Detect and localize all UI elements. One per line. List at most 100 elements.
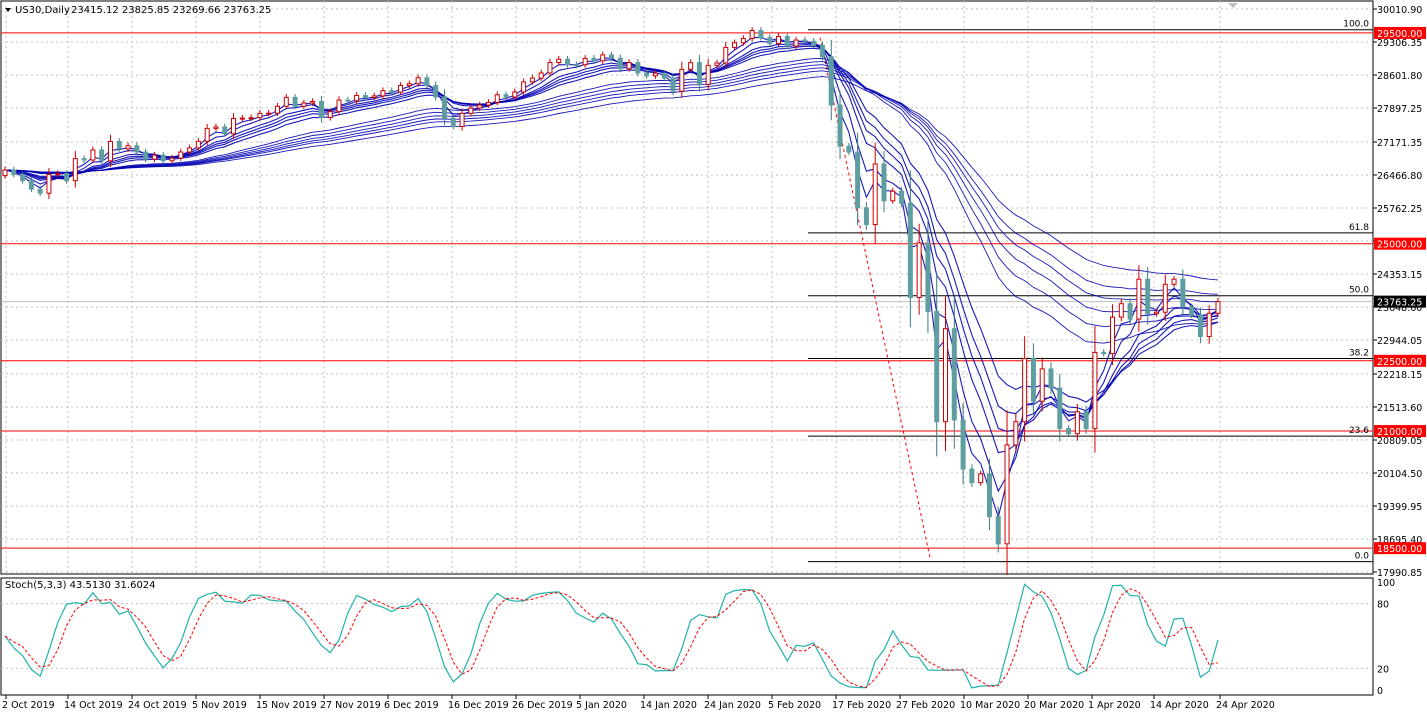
date-tick-label: 24 Jan 2020 xyxy=(704,700,761,711)
stoch-tick-label: 80 xyxy=(1377,600,1389,611)
candle-body xyxy=(538,72,544,79)
candle-body xyxy=(1013,421,1019,446)
candle-body xyxy=(1206,312,1212,338)
level-price-label: 18500.00 xyxy=(1377,544,1422,555)
candle-body xyxy=(380,90,386,97)
fib-level-label: 100.0 xyxy=(1343,20,1369,30)
symbol-label: US30,Daily xyxy=(15,5,70,16)
candle-body xyxy=(688,62,694,70)
candle-body xyxy=(1197,314,1203,338)
candle-body xyxy=(846,145,852,153)
candle-body xyxy=(336,99,342,113)
level-price-label: 29500.00 xyxy=(1377,29,1422,40)
candle-body xyxy=(837,104,843,147)
stoch-tick-label: 0 xyxy=(1377,686,1383,697)
candle-body xyxy=(477,104,483,109)
candle-body xyxy=(661,72,667,79)
date-tick-label: 5 Nov 2019 xyxy=(192,700,247,711)
candle-body xyxy=(178,151,184,159)
candle-body xyxy=(802,39,808,42)
candle-body xyxy=(1118,303,1124,318)
candle-body xyxy=(907,202,913,299)
candle-body xyxy=(301,102,307,107)
candle-body xyxy=(46,173,52,194)
stoch-axis: 100 80 20 0 xyxy=(1377,578,1395,697)
candle-body xyxy=(327,111,333,119)
date-tick-label: 14 Oct 2019 xyxy=(64,700,123,711)
fib-level-label: 61.8 xyxy=(1349,223,1369,233)
candle-body xyxy=(424,77,430,87)
candle-body xyxy=(143,151,149,160)
candle-body xyxy=(362,94,368,99)
candle-body xyxy=(72,158,78,182)
candle-body xyxy=(776,36,782,44)
date-tick-label: 1 Apr 2020 xyxy=(1088,700,1141,711)
candle-body xyxy=(723,46,729,64)
candle-body xyxy=(529,77,535,83)
candle-body xyxy=(995,516,1001,545)
date-tick-label: 17 Feb 2020 xyxy=(832,700,891,711)
candle-body xyxy=(415,77,421,85)
candle-body xyxy=(740,38,746,44)
date-tick-label: 27 Feb 2020 xyxy=(896,700,955,711)
candle-body xyxy=(20,173,26,182)
candle-body xyxy=(310,101,316,104)
main-price-plot[interactable]: 100.0 61.8 50.0 38.2 23.6 0.0 xyxy=(0,0,1374,576)
candle-body xyxy=(107,141,113,162)
candle-body xyxy=(784,36,790,47)
candle-body xyxy=(1030,357,1036,402)
date-tick-label: 16 Dec 2019 xyxy=(448,700,509,711)
candle-body xyxy=(1189,306,1195,316)
candle-body xyxy=(609,54,614,59)
date-tick-label: 14 Jan 2020 xyxy=(640,700,697,711)
candle-body xyxy=(1153,311,1159,315)
stoch-label: Stoch(5,3,3) 43.5130 31.6024 xyxy=(5,580,156,591)
candle-body xyxy=(187,147,193,153)
candle-body xyxy=(1022,357,1028,423)
candle-body xyxy=(591,57,597,62)
candle-body xyxy=(257,112,263,119)
candle-body xyxy=(749,30,755,40)
candle-body xyxy=(1066,428,1072,435)
candle-body xyxy=(169,157,175,162)
candle-body xyxy=(547,62,553,74)
candle-body xyxy=(398,85,404,93)
level-price-label: 21000.00 xyxy=(1377,427,1422,438)
date-tick-label: 24 Apr 2020 xyxy=(1216,700,1275,711)
fib-level-label: 50.0 xyxy=(1349,286,1369,296)
candle-body xyxy=(441,96,447,119)
candle-body xyxy=(160,154,166,162)
candle-body xyxy=(811,40,817,46)
candle-body xyxy=(1004,444,1010,545)
candle-body xyxy=(863,207,869,226)
candle-body xyxy=(81,158,87,161)
candle-body xyxy=(512,91,518,98)
candle-body xyxy=(134,145,140,153)
candle-body xyxy=(925,242,931,312)
candle-body xyxy=(819,44,825,58)
candle-body xyxy=(248,117,254,120)
candle-body xyxy=(231,117,237,135)
candle-body xyxy=(1039,368,1045,402)
date-tick-label: 20 Mar 2020 xyxy=(1024,700,1084,711)
candle-body xyxy=(1180,278,1186,308)
candle-body xyxy=(450,117,456,128)
price-tick-label: 22218.15 xyxy=(1377,370,1422,381)
date-tick-label: 15 Nov 2019 xyxy=(256,700,317,711)
candle-body xyxy=(714,62,720,66)
candle-body xyxy=(2,169,8,177)
candle-body xyxy=(151,154,157,160)
candle-body xyxy=(934,310,940,423)
candle-body xyxy=(1145,278,1151,315)
stochastic-indicator[interactable]: Stoch(5,3,3) 43.5130 31.6024 xyxy=(0,577,1374,696)
candle-body xyxy=(345,99,351,102)
candle-body xyxy=(406,83,412,87)
candle-body xyxy=(565,58,571,66)
candle-body xyxy=(494,94,500,103)
candle-body xyxy=(644,72,650,77)
candle-body xyxy=(732,42,738,48)
price-axis: 30010.9029306.3528601.8027897.2527171.35… xyxy=(1373,5,1426,579)
stoch-tick-label: 100 xyxy=(1377,578,1395,589)
candle-body xyxy=(899,190,905,204)
candle-body xyxy=(503,94,509,98)
